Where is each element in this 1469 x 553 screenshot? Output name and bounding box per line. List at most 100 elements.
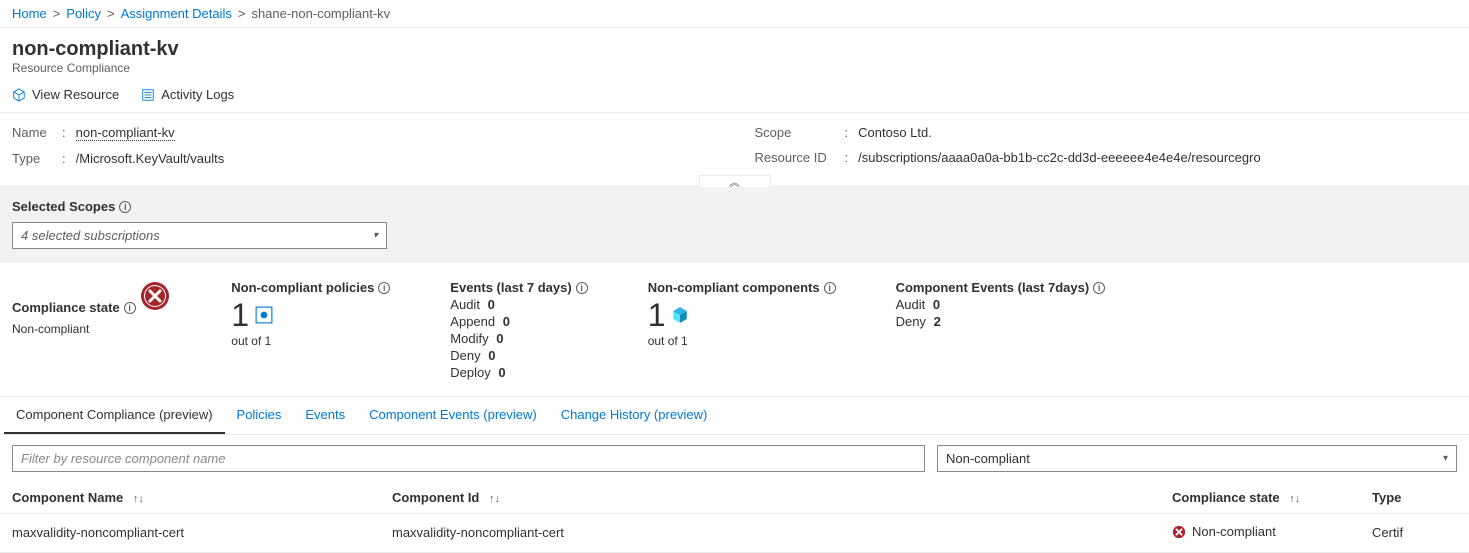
breadcrumb-sep: > <box>53 6 61 21</box>
stat-compliance-title: Compliance state <box>12 300 120 315</box>
info-icon[interactable]: i <box>1093 282 1105 294</box>
view-resource-button[interactable]: View Resource <box>12 87 119 102</box>
events-deny-label: Deny <box>450 348 480 363</box>
cell-component-name: maxvalidity-noncompliant-cert <box>0 514 380 553</box>
compevents-audit-label: Audit <box>896 297 926 312</box>
events-append-label: Append <box>450 314 495 329</box>
breadcrumb-sep: > <box>107 6 115 21</box>
filter-state-value: Non-compliant <box>946 451 1030 466</box>
page-subtitle: Resource Compliance <box>12 61 1457 75</box>
activity-logs-button[interactable]: Activity Logs <box>141 87 234 102</box>
col-type-label: Type <box>1372 490 1401 505</box>
events-audit-label: Audit <box>450 297 480 312</box>
col-type[interactable]: Type <box>1360 482 1469 514</box>
info-icon[interactable]: i <box>576 282 588 294</box>
stat-component-events: Component Events (last 7days) i Audit 0 … <box>896 280 1106 382</box>
breadcrumb-assignment[interactable]: Assignment Details <box>121 6 232 21</box>
component-cube-icon <box>671 306 689 324</box>
page-header: non-compliant-kv Resource Compliance <box>0 28 1469 81</box>
cell-compliance-state: Non-compliant <box>1192 524 1276 539</box>
prop-name-value[interactable]: non-compliant-kv <box>76 125 175 141</box>
info-icon[interactable]: i <box>124 302 136 314</box>
tabs: Component Compliance (preview) Policies … <box>0 397 1469 435</box>
col-component-name[interactable]: Component Name ↑↓ <box>0 482 380 514</box>
breadcrumb-current: shane-non-compliant-kv <box>251 6 390 21</box>
stat-compliance-state: Compliance state i Non-compliant <box>12 280 171 382</box>
chevron-down-icon: ▾ <box>373 230 378 241</box>
tab-change-history[interactable]: Change History (preview) <box>549 397 720 434</box>
cell-component-id: maxvalidity-noncompliant-cert <box>380 514 1160 553</box>
compevents-deny-value: 2 <box>934 314 941 329</box>
filter-name-input[interactable] <box>12 445 925 472</box>
stat-components-sub: out of 1 <box>648 334 836 348</box>
selected-scopes-dropdown[interactable]: 4 selected subscriptions ▾ <box>12 222 387 249</box>
events-append-value: 0 <box>503 314 510 329</box>
stat-policies-value: 1 <box>231 299 249 331</box>
events-deploy-label: Deploy <box>450 365 490 380</box>
stat-noncompliant-components: Non-compliant components i 1 out of 1 <box>648 280 836 382</box>
col-component-id-label: Component Id <box>392 490 479 505</box>
compevents-audit-value: 0 <box>933 297 940 312</box>
events-deploy-value: 0 <box>498 365 505 380</box>
noncompliant-small-icon <box>1172 525 1186 539</box>
stat-events: Events (last 7 days) i Audit 0 Append 0 … <box>450 280 587 382</box>
tab-component-compliance[interactable]: Component Compliance (preview) <box>4 397 225 434</box>
activity-logs-label: Activity Logs <box>161 87 234 102</box>
selected-scopes-value: 4 selected subscriptions <box>21 228 160 243</box>
selected-scopes-label: Selected Scopes <box>12 199 115 214</box>
col-compliance-state[interactable]: Compliance state ↑↓ <box>1160 482 1360 514</box>
prop-name-label: Name <box>12 125 62 141</box>
breadcrumb: Home > Policy > Assignment Details > sha… <box>0 0 1469 28</box>
components-table: Component Name ↑↓ Component Id ↑↓ Compli… <box>0 482 1469 553</box>
prop-type-value: /Microsoft.KeyVault/vaults <box>76 151 225 166</box>
stat-compevents-title: Component Events (last 7days) <box>896 280 1090 295</box>
stat-events-title: Events (last 7 days) <box>450 280 571 295</box>
cell-type: Certif <box>1360 514 1469 553</box>
cube-outline-icon <box>12 88 26 102</box>
stat-noncompliant-policies: Non-compliant policies i 1 out of 1 <box>231 280 390 382</box>
breadcrumb-sep: > <box>238 6 246 21</box>
tab-events[interactable]: Events <box>293 397 357 434</box>
prop-scope-value: Contoso Ltd. <box>858 125 932 140</box>
breadcrumb-policy[interactable]: Policy <box>66 6 101 21</box>
col-component-name-label: Component Name <box>12 490 123 505</box>
tab-component-events[interactable]: Component Events (preview) <box>357 397 549 434</box>
view-resource-label: View Resource <box>32 87 119 102</box>
stat-compliance-value: Non-compliant <box>12 322 171 336</box>
events-modify-label: Modify <box>450 331 488 346</box>
page-title: non-compliant-kv <box>12 38 1457 61</box>
sort-icon: ↑↓ <box>1289 493 1300 505</box>
info-icon[interactable]: i <box>824 282 836 294</box>
col-compliance-state-label: Compliance state <box>1172 490 1280 505</box>
properties-panel: Name : non-compliant-kv Type : /Microsof… <box>0 113 1469 187</box>
prop-scope-label: Scope <box>755 125 845 140</box>
prop-resourceid-label: Resource ID <box>755 150 845 165</box>
filter-state-dropdown[interactable]: Non-compliant ▾ <box>937 445 1457 472</box>
sort-icon: ↑↓ <box>133 493 144 505</box>
noncompliant-icon <box>139 280 171 312</box>
list-icon <box>141 88 155 102</box>
policy-hex-icon <box>255 306 273 324</box>
events-modify-value: 0 <box>496 331 503 346</box>
stat-policies-sub: out of 1 <box>231 334 390 348</box>
col-component-id[interactable]: Component Id ↑↓ <box>380 482 1160 514</box>
breadcrumb-home[interactable]: Home <box>12 6 47 21</box>
chevron-down-icon: ▾ <box>1443 453 1448 464</box>
collapse-handle[interactable]: ︽ <box>699 175 771 187</box>
info-icon[interactable]: i <box>119 201 131 213</box>
tab-policies[interactable]: Policies <box>225 397 294 434</box>
table-row[interactable]: maxvalidity-noncompliant-cert maxvalidit… <box>0 514 1469 553</box>
info-icon[interactable]: i <box>378 282 390 294</box>
compevents-deny-label: Deny <box>896 314 926 329</box>
selected-scopes-section: Selected Scopes i 4 selected subscriptio… <box>0 187 1469 262</box>
events-deny-value: 0 <box>488 348 495 363</box>
filter-row: Non-compliant ▾ <box>0 435 1469 482</box>
chevron-up-double-icon: ︽ <box>730 174 740 189</box>
toolbar: View Resource Activity Logs <box>0 81 1469 113</box>
prop-type-label: Type <box>12 151 62 166</box>
sort-icon: ↑↓ <box>489 493 500 505</box>
stat-policies-title: Non-compliant policies <box>231 280 374 295</box>
events-audit-value: 0 <box>488 297 495 312</box>
stats-row: Compliance state i Non-compliant Non-com… <box>0 262 1469 397</box>
prop-resourceid-value: /subscriptions/aaaa0a0a-bb1b-cc2c-dd3d-e… <box>858 150 1261 165</box>
